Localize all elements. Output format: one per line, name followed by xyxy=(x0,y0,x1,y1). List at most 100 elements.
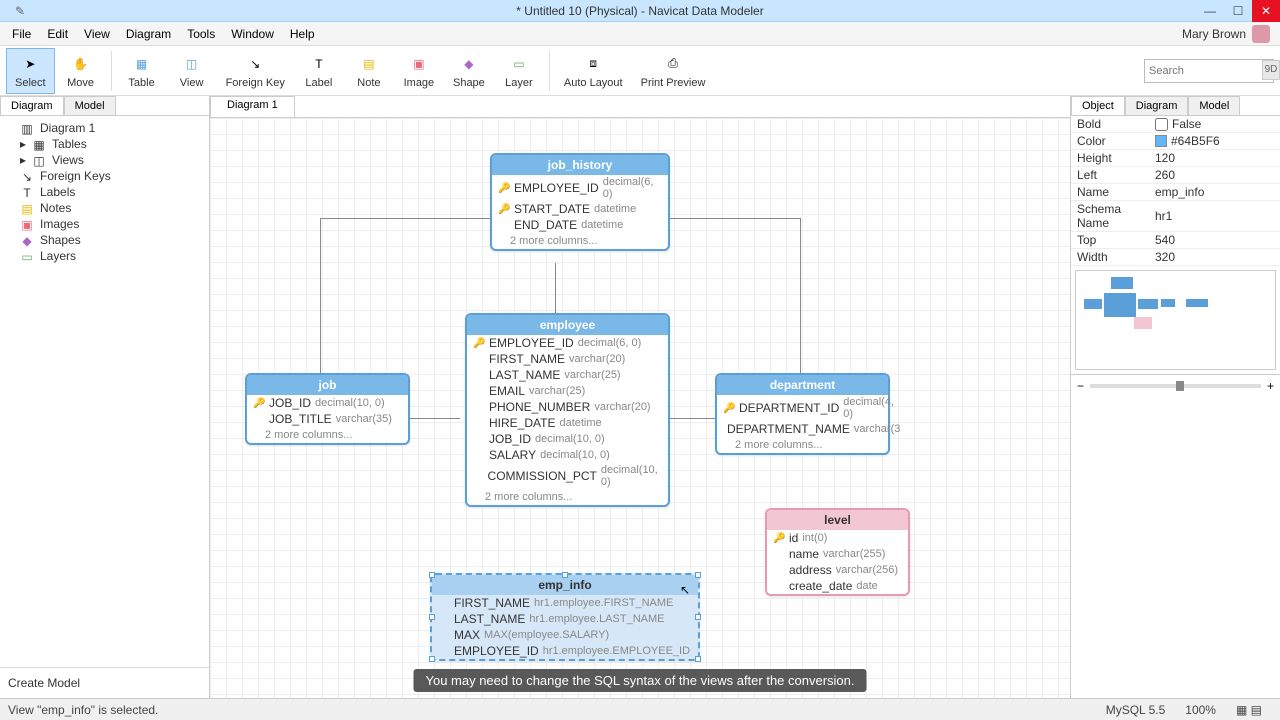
property-row[interactable]: Height120 xyxy=(1071,150,1280,167)
column-row: create_date date xyxy=(767,578,908,594)
note-tool[interactable]: ▤Note xyxy=(345,48,393,94)
zoom-out-icon[interactable]: − xyxy=(1077,379,1084,393)
tree-labels[interactable]: TLabels xyxy=(2,184,207,200)
column-row: MAX MAX(employee.SALARY) xyxy=(432,627,698,643)
entity-job[interactable]: job 🔑JOB_ID decimal(10, 0)JOB_TITLE varc… xyxy=(245,373,410,445)
property-row[interactable]: Bold False xyxy=(1071,116,1280,133)
diagram-icon: ▥ xyxy=(20,122,34,134)
entity-emp-info[interactable]: emp_info FIRST_NAME hr1.employee.FIRST_N… xyxy=(430,573,700,661)
column-row: 🔑EMPLOYEE_ID decimal(6, 0) xyxy=(467,335,668,351)
image-icon: ▣ xyxy=(408,53,430,75)
explorer-tree: ▥Diagram 1 ▸▦Tables ▸◫Views ↘Foreign Key… xyxy=(0,116,209,667)
bold-checkbox[interactable] xyxy=(1155,118,1168,131)
canvas[interactable]: job_history 🔑EMPLOYEE_ID decimal(6, 0)🔑S… xyxy=(210,118,1070,698)
minimize-button[interactable]: — xyxy=(1196,0,1224,22)
property-row[interactable]: Top540 xyxy=(1071,232,1280,249)
property-row[interactable]: Left260 xyxy=(1071,167,1280,184)
explorer-tab-model[interactable]: Model xyxy=(64,96,116,115)
right-tab-diagram[interactable]: Diagram xyxy=(1125,96,1189,115)
tree-layers[interactable]: ▭Layers xyxy=(2,248,207,264)
entity-department[interactable]: department 🔑DEPARTMENT_ID decimal(4, 0)D… xyxy=(715,373,890,455)
tree-diagram1[interactable]: ▥Diagram 1 xyxy=(2,120,207,136)
image-tool[interactable]: ▣Image xyxy=(395,48,443,94)
auto-layout-button[interactable]: ⧈Auto Layout xyxy=(556,48,631,94)
zoom-in-icon[interactable]: + xyxy=(1267,379,1274,393)
user-indicator[interactable]: Mary Brown xyxy=(1176,25,1276,43)
tree-shapes[interactable]: ◆Shapes xyxy=(2,232,207,248)
hand-icon: ✋ xyxy=(70,53,92,75)
entity-level[interactable]: level 🔑id int(0)name varchar(255)address… xyxy=(765,508,910,596)
menu-view[interactable]: View xyxy=(76,25,118,43)
column-row: END_DATE datetime xyxy=(492,217,668,233)
column-row: JOB_TITLE varchar(35) xyxy=(247,411,408,427)
explorer-tab-diagram[interactable]: Diagram xyxy=(0,96,64,115)
column-row: 🔑id int(0) xyxy=(767,530,908,546)
property-row[interactable]: Nameemp_info xyxy=(1071,184,1280,201)
right-tab-object[interactable]: Object xyxy=(1071,96,1125,115)
explorer-pane: Diagram Model ▥Diagram 1 ▸▦Tables ▸◫View… xyxy=(0,96,210,698)
right-tab-model[interactable]: Model xyxy=(1188,96,1240,115)
table-icon: ▦ xyxy=(131,53,153,75)
tree-views[interactable]: ▸◫Views xyxy=(2,152,207,168)
shape-tool[interactable]: ◆Shape xyxy=(445,48,493,94)
status-db: MySQL 5.5 xyxy=(1096,703,1176,717)
menu-help[interactable]: Help xyxy=(282,25,323,43)
print-preview-button[interactable]: ⎙Print Preview xyxy=(633,48,714,94)
view-icon: ◫ xyxy=(181,53,203,75)
column-row: DEPARTMENT_NAME varchar(3 xyxy=(717,421,888,437)
menu-tools[interactable]: Tools xyxy=(179,25,223,43)
subtitle-caption: You may need to change the SQL syntax of… xyxy=(413,669,866,692)
menu-file[interactable]: File xyxy=(4,25,39,43)
label-tool[interactable]: TLabel xyxy=(295,48,343,94)
menu-diagram[interactable]: Diagram xyxy=(118,25,179,43)
entity-job-history[interactable]: job_history 🔑EMPLOYEE_ID decimal(6, 0)🔑S… xyxy=(490,153,670,251)
properties-pane: Object Diagram Model Bold FalseColor#64B… xyxy=(1070,96,1280,698)
cursor-icon: ↖ xyxy=(680,583,690,597)
property-row[interactable]: Width320 xyxy=(1071,249,1280,266)
column-row: PHONE_NUMBER varchar(20) xyxy=(467,399,668,415)
search-box[interactable]: 🔍 xyxy=(1144,59,1274,83)
property-grid[interactable]: Bold FalseColor#64B5F6Height120Left260Na… xyxy=(1071,116,1280,266)
menubar: File Edit View Diagram Tools Window Help… xyxy=(0,22,1280,46)
property-row[interactable]: Schema Namehr1 xyxy=(1071,201,1280,232)
extra-badge: 9D xyxy=(1262,60,1280,80)
table-tool[interactable]: ▦Table xyxy=(118,48,166,94)
column-row: 🔑EMPLOYEE_ID decimal(6, 0) xyxy=(492,175,668,201)
tree-images[interactable]: ▣Images xyxy=(2,216,207,232)
window-title: * Untitled 10 (Physical) - Navicat Data … xyxy=(516,4,763,18)
menu-window[interactable]: Window xyxy=(223,25,282,43)
shape-icon: ◆ xyxy=(458,53,480,75)
app-logo: ✎ xyxy=(0,4,40,18)
close-button[interactable]: ✕ xyxy=(1252,0,1280,22)
layer-tool[interactable]: ▭Layer xyxy=(495,48,543,94)
minimap[interactable] xyxy=(1075,270,1276,370)
move-tool[interactable]: ✋Move xyxy=(57,48,105,94)
toolbar: ➤Select ✋Move ▦Table ◫View ↘Foreign Key … xyxy=(0,46,1280,96)
fk-icon: ↘ xyxy=(20,170,34,182)
menu-edit[interactable]: Edit xyxy=(39,25,76,43)
doc-tab-diagram1[interactable]: Diagram 1 xyxy=(210,96,295,117)
column-row: SALARY decimal(10, 0) xyxy=(467,447,668,463)
shape-icon: ◆ xyxy=(20,234,34,246)
status-zoom: 100% xyxy=(1175,703,1226,717)
tree-fks[interactable]: ↘Foreign Keys xyxy=(2,168,207,184)
create-model-link[interactable]: Create Model xyxy=(0,667,209,698)
maximize-button[interactable]: ☐ xyxy=(1224,0,1252,22)
arrow-icon: ↘ xyxy=(244,53,266,75)
status-view-toggle[interactable]: ▦ ▤ xyxy=(1226,703,1272,717)
statusbar: View "emp_info" is selected. MySQL 5.5 1… xyxy=(0,698,1280,720)
column-row: LAST_NAME varchar(25) xyxy=(467,367,668,383)
tree-tables[interactable]: ▸▦Tables xyxy=(2,136,207,152)
table-icon: ▦ xyxy=(32,138,46,150)
column-row: 🔑JOB_ID decimal(10, 0) xyxy=(247,395,408,411)
search-input[interactable] xyxy=(1149,65,1280,77)
property-row[interactable]: Color#64B5F6 xyxy=(1071,133,1280,150)
fk-tool[interactable]: ↘Foreign Key xyxy=(218,48,293,94)
column-row: LAST_NAME hr1.employee.LAST_NAME xyxy=(432,611,698,627)
tree-notes[interactable]: ▤Notes xyxy=(2,200,207,216)
entity-employee[interactable]: employee 🔑EMPLOYEE_ID decimal(6, 0)FIRST… xyxy=(465,313,670,507)
view-tool[interactable]: ◫View xyxy=(168,48,216,94)
select-tool[interactable]: ➤Select xyxy=(6,48,55,94)
layer-icon: ▭ xyxy=(20,250,34,262)
column-row: EMPLOYEE_ID hr1.employee.EMPLOYEE_ID xyxy=(432,643,698,659)
